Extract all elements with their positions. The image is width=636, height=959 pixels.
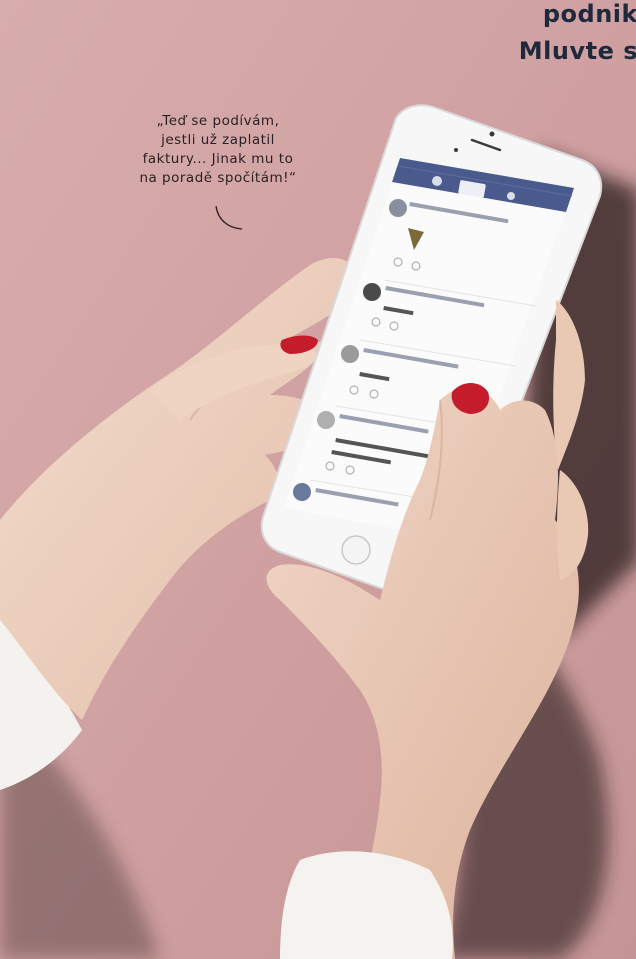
- photo: [0, 0, 636, 959]
- photo-scene: podnik Mluvte s „Teď se podívám, jestli …: [0, 0, 636, 959]
- quote-line: „Teď se podívám,: [156, 113, 280, 129]
- headline-line-1: podnik: [542, 0, 636, 28]
- quote-line: jestli už zaplatil: [161, 132, 275, 148]
- quote-line: na poradě spočítám!“: [139, 170, 297, 186]
- quote-line: faktury... Jinak mu to: [142, 151, 294, 167]
- home-button: [341, 535, 371, 565]
- quote-caption: „Teď se podívám, jestli už zaplatil fakt…: [118, 112, 318, 188]
- headline-line-2: Mluvte s: [518, 37, 636, 65]
